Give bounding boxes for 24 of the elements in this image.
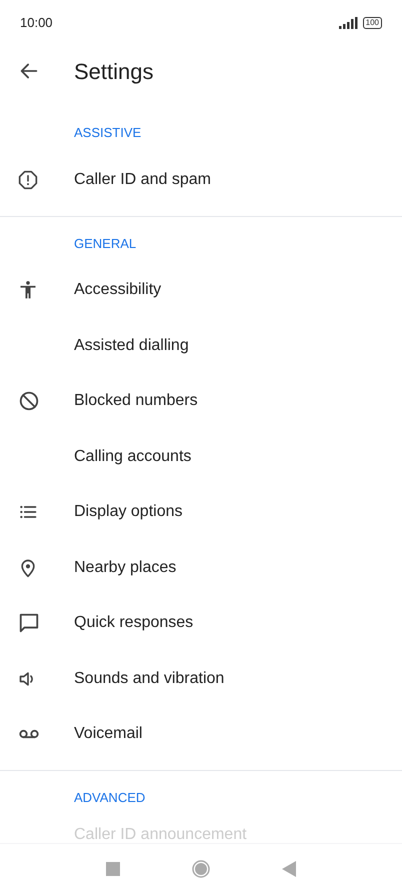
settings-item[interactable]: Assisted dialling	[74, 334, 189, 358]
accessibility-icon	[18, 280, 38, 300]
settings-item[interactable]: Voicemail	[74, 722, 142, 746]
settings-item[interactable]: Calling accounts	[74, 444, 192, 469]
settings-item[interactable]: Caller ID and spam	[74, 168, 211, 192]
section-heading: ASSISTIVE	[74, 124, 142, 142]
battery-indicator: 100	[362, 17, 382, 29]
page-title: Settings	[74, 58, 154, 86]
section-heading: ADVANCED	[74, 789, 146, 808]
settings-item[interactable]: Accessibility	[74, 278, 162, 302]
signal-icon	[338, 17, 359, 29]
settings-item[interactable]: Nearby places	[74, 556, 176, 580]
status-time: 10:00	[20, 14, 53, 32]
settings-item[interactable]: Quick responses	[74, 611, 194, 636]
home-button[interactable]	[192, 860, 210, 878]
back-button[interactable]	[282, 860, 296, 876]
settings-item[interactable]: Display options	[74, 500, 182, 524]
settings-item[interactable]: Sounds and vibration	[74, 666, 224, 691]
recents-button[interactable]	[106, 862, 120, 876]
chat-bubble-icon	[18, 612, 40, 634]
settings-item[interactable]: Blocked numbers	[74, 389, 198, 414]
block-icon	[18, 390, 40, 412]
alert-icon	[18, 170, 38, 190]
section-heading: GENERAL	[74, 234, 136, 253]
